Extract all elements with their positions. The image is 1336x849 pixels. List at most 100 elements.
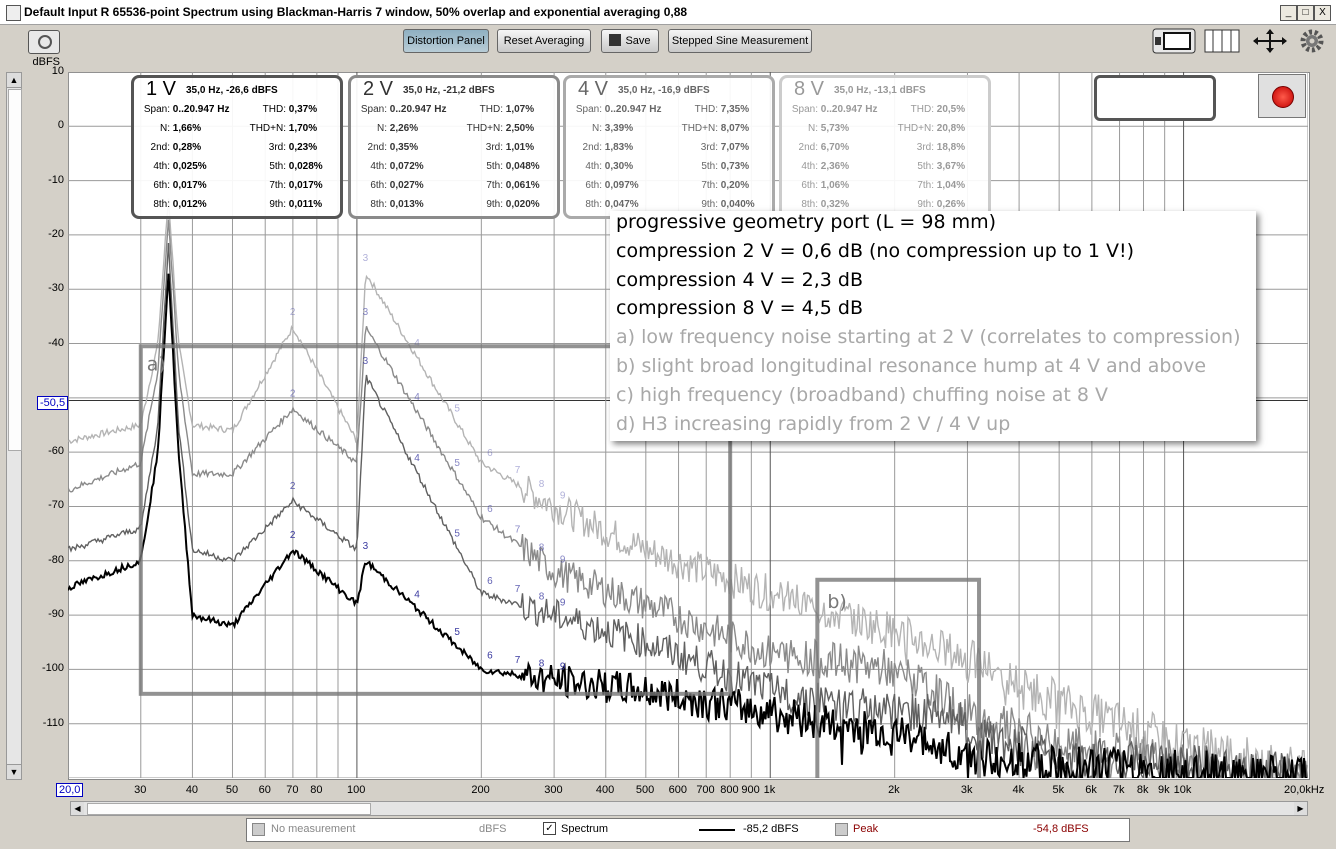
x-tick-label: 300 [544, 784, 563, 796]
annotation-box: progressive geometry port (L = 98 mm) co… [610, 211, 1256, 441]
x-tick-label: 400 [595, 784, 615, 796]
harmonic-label: 9 [560, 555, 566, 566]
x-tick-label: 60 [258, 784, 271, 796]
spectrum-line-sample [699, 829, 735, 831]
annotation-note-b: b) slight broad longitudinal resonance h… [616, 355, 1207, 377]
fit-axes-icon[interactable] [1252, 28, 1288, 54]
x-tick-label: 70 [286, 784, 299, 796]
y-tick-label: -100 [41, 662, 64, 675]
x-end-label: 20,0kHz [1284, 784, 1325, 796]
panel-row: 6th: 0,097% [585, 180, 639, 191]
scroll-down-arrow[interactable]: ▼ [7, 764, 21, 779]
harmonic-label: 2 [290, 389, 296, 400]
scroll-thumb[interactable] [8, 89, 22, 451]
panel-row-right: 3rd: 1,01% [485, 142, 535, 153]
panel-row-right: THD+N: 8,07% [681, 123, 750, 134]
harmonic-label: 6 [487, 448, 493, 459]
vertical-scrollbar[interactable]: ▲ ▼ [6, 72, 22, 780]
no-measurement-label: No measurement [271, 823, 356, 835]
panel-row: 2nd: 6,70% [798, 142, 850, 153]
panel-row: 4th: 2,36% [801, 161, 850, 172]
panel-row-right: 3rd: 7,07% [700, 142, 750, 153]
harmonic-label: 3 [363, 541, 369, 552]
panel-row: 8th: 0,047% [585, 199, 639, 210]
annotation-line-4: compression 8 V = 4,5 dB [616, 297, 863, 319]
stepped-sine-button[interactable]: Stepped Sine Measurement [668, 29, 812, 53]
harmonic-label: 5 [454, 458, 460, 469]
distortion-panel-1v: 1 V 35,0 Hz, -26,6 dBFS Span: 0..20.947 Hz… [131, 75, 343, 219]
y-tick-label: -60 [48, 445, 64, 458]
panel-row: 8th: 0,013% [370, 199, 424, 210]
settings-gear-icon[interactable] [1298, 28, 1326, 54]
annotation-line-2: compression 2 V = 0,6 dB (no compression… [616, 240, 1135, 262]
horizontal-scrollbar[interactable]: ◀ ▶ [70, 801, 1308, 816]
panel-row: Span: 0..20.947 Hz [791, 104, 878, 115]
y-tick-label: -70 [48, 499, 64, 512]
x-tick-label: 5k [1052, 784, 1065, 796]
x-tick-label: 600 [668, 784, 687, 796]
harmonic-label: 2 [290, 307, 296, 318]
harmonic-label: 4 [414, 589, 420, 600]
hscroll-left-arrow[interactable]: ◀ [71, 802, 84, 815]
panel-row: 2nd: 0,35% [367, 142, 419, 153]
harmonic-label: 2 [290, 481, 296, 492]
panel-row: 4th: 0,072% [370, 161, 424, 172]
x-tick-label: 30 [134, 784, 147, 796]
minimize-button[interactable]: _ [1280, 5, 1297, 21]
harmonic-label: 6 [487, 504, 493, 515]
panel-row-right: THD: 20,5% [910, 104, 966, 115]
panel-row-right: 5th: 0,048% [486, 161, 540, 172]
x-tick-label: 10k [1173, 784, 1192, 796]
region-label-b: b) [827, 591, 846, 613]
reset-averaging-button[interactable]: Reset Averaging [497, 29, 591, 53]
peak-checkbox[interactable] [835, 823, 848, 836]
panel-header: 35,0 Hz, -26,6 dBFS [186, 85, 278, 96]
annotation-line-3: compression 4 V = 2,3 dB [616, 269, 863, 291]
panel-level: 4 V [578, 78, 609, 100]
harmonic-label: 8 [539, 591, 545, 602]
panel-row: N: 5,73% [808, 123, 850, 134]
hscroll-thumb[interactable] [87, 803, 371, 815]
panel-row-right: 9th: 0,26% [917, 199, 966, 210]
spectrum-value: -85,2 dBFS [743, 823, 799, 835]
panel-row-right: 7th: 0,061% [486, 180, 540, 191]
overlay-view-icon[interactable] [1152, 28, 1196, 54]
panel-row: Span: 0..20.947 Hz [360, 104, 447, 115]
distortion-panel-button[interactable]: Distortion Panel [403, 29, 489, 53]
panel-row-right: 9th: 0,011% [269, 199, 323, 210]
harmonic-label: 6 [487, 576, 493, 587]
harmonic-label: 5 [454, 627, 460, 638]
y-tick-label: -20 [48, 227, 64, 240]
panel-row-right: 3rd: 0,23% [268, 142, 318, 153]
close-button[interactable]: X [1314, 5, 1331, 21]
harmonic-label: 7 [515, 525, 521, 536]
spectrum-checkbox[interactable]: ✓ [543, 822, 556, 835]
panel-row: N: 2,26% [377, 123, 419, 134]
y-tick-label: -40 [48, 336, 64, 349]
camera-icon[interactable] [28, 30, 60, 54]
distortion-panel-4v: 4 V 35,0 Hz, -16,9 dBFS Span: 0..20.947 Hz… [563, 75, 775, 219]
panel-row: 2nd: 1,83% [582, 142, 634, 153]
panel-row-right: THD: 0,37% [262, 104, 318, 115]
panel-row-right: 5th: 0,73% [701, 161, 750, 172]
peak-value: -54,8 dBFS [1033, 823, 1089, 835]
save-label: Save [625, 35, 651, 47]
columns-view-icon[interactable] [1204, 28, 1240, 54]
y-tick-label: 0 [57, 119, 64, 132]
no-measurement-checkbox[interactable] [252, 823, 265, 836]
harmonic-label: 5 [454, 528, 460, 539]
hscroll-right-arrow[interactable]: ▶ [1294, 802, 1307, 815]
scroll-up-arrow[interactable]: ▲ [7, 73, 21, 88]
y-tick-label: 10 [51, 65, 64, 77]
maximize-button[interactable]: □ [1297, 5, 1314, 21]
panel-row-right: 9th: 0,040% [701, 199, 755, 210]
x-tick-label: 800 [720, 784, 739, 796]
save-button[interactable]: Save [601, 29, 659, 53]
y-tick-label: -110 [42, 716, 64, 729]
y-tick-label: -90 [48, 608, 64, 621]
x-tick-label: 9k [1158, 784, 1170, 796]
record-button[interactable] [1258, 74, 1306, 118]
level-meter-box [1094, 75, 1216, 121]
panel-row: Span: 0..20.947 Hz [143, 104, 230, 115]
save-icon [609, 34, 622, 46]
